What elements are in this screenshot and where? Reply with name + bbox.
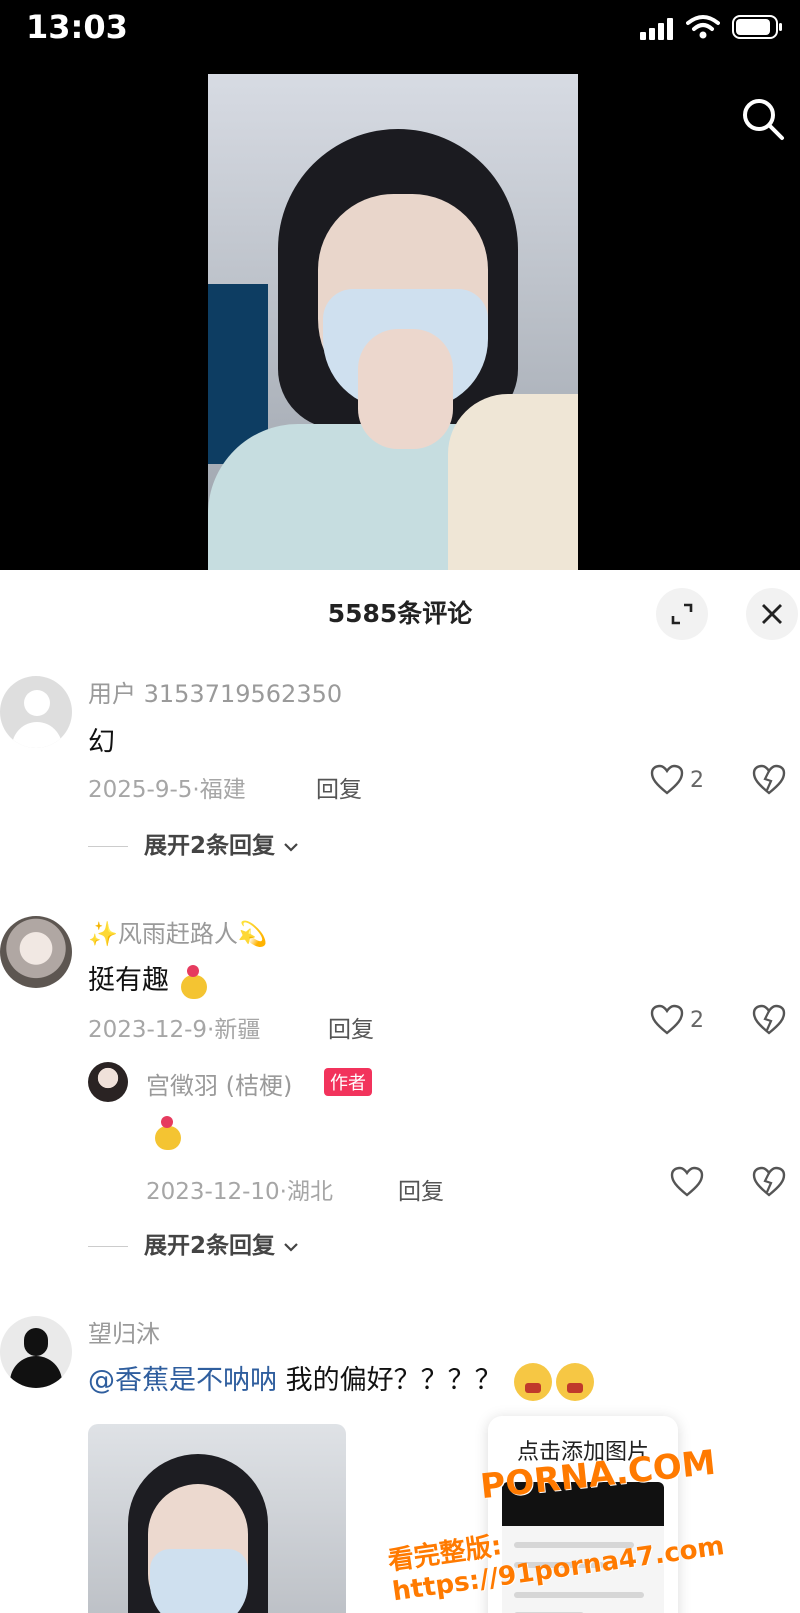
avatar[interactable]: [0, 676, 72, 748]
comment-text-content: 我的偏好？？？？: [277, 1365, 502, 1396]
signal-icon: [640, 18, 676, 40]
comment-text: 幻: [88, 727, 115, 758]
status-time: 13:03: [26, 8, 128, 46]
dislike-button[interactable]: [752, 1004, 786, 1036]
expand-replies-label: 展开2条回复: [144, 1233, 276, 1259]
comment-text: 挺有趣: [88, 958, 208, 999]
close-icon: [762, 604, 782, 624]
reply-username[interactable]: 宫徵羽 (桔梗): [146, 1066, 292, 1101]
video-player[interactable]: [208, 74, 578, 570]
reply-emoji: [152, 1116, 182, 1150]
crying-face-emoji-icon: [514, 1362, 553, 1401]
like-button[interactable]: 2: [650, 764, 704, 796]
broken-heart-icon: [752, 1166, 786, 1197]
divider: [88, 846, 128, 847]
comment-username[interactable]: 望归沐: [88, 1314, 160, 1349]
comment-text: @香蕉是不呐呐 我的偏好？？？？: [88, 1358, 595, 1401]
like-count: 2: [690, 767, 704, 793]
expand-replies-button[interactable]: 展开2条回复: [88, 1226, 299, 1260]
expand-replies-button[interactable]: 展开2条回复: [88, 826, 299, 860]
expand-replies-label: 展开2条回复: [144, 833, 276, 859]
divider: [88, 1246, 128, 1247]
heart-icon: [650, 764, 684, 795]
comment-text-content: 挺有趣: [88, 965, 169, 996]
lucky-bag-emoji-icon: [178, 964, 208, 999]
reply-button[interactable]: 回复: [316, 770, 362, 804]
like-button[interactable]: [670, 1166, 704, 1198]
comment-username[interactable]: ✨风雨赶路人💫: [88, 914, 268, 949]
dislike-button[interactable]: [752, 1166, 786, 1198]
reply-avatar[interactable]: [88, 1062, 128, 1102]
reply-button[interactable]: 回复: [328, 1010, 374, 1044]
like-count: 2: [690, 1007, 704, 1033]
heart-icon: [670, 1166, 704, 1197]
expand-sheet-button[interactable]: [656, 588, 708, 640]
mention-link[interactable]: @香蕉是不呐呐: [88, 1365, 277, 1396]
search-icon[interactable]: [740, 96, 786, 142]
comment-username[interactable]: 用户 3153719562350: [88, 674, 342, 709]
wifi-icon: [686, 15, 720, 39]
preview-line: [514, 1592, 644, 1598]
author-badge: 作者: [324, 1068, 372, 1096]
expand-icon: [671, 603, 693, 625]
crying-face-emoji-icon: [556, 1362, 595, 1401]
avatar[interactable]: [0, 916, 72, 988]
chevron-down-icon: [284, 1243, 298, 1252]
comment-date-location: 2025-9-5·福建: [88, 777, 246, 803]
dislike-button[interactable]: [752, 764, 786, 796]
comment-image[interactable]: [88, 1424, 346, 1613]
heart-icon: [650, 1004, 684, 1035]
broken-heart-icon: [752, 1004, 786, 1035]
comment-date-location: 2023-12-9·新疆: [88, 1017, 261, 1043]
chevron-down-icon: [284, 843, 298, 852]
lucky-bag-emoji-icon: [152, 1116, 182, 1150]
avatar[interactable]: [0, 1316, 72, 1388]
battery-icon: [732, 15, 782, 39]
like-button[interactable]: 2: [650, 1004, 704, 1036]
video-subject-hand: [358, 329, 453, 449]
close-sheet-button[interactable]: [746, 588, 798, 640]
image-subject-mask: [150, 1549, 248, 1613]
status-bar: 13:03: [0, 0, 800, 56]
video-subject-jacket-light: [448, 394, 578, 570]
reply-button[interactable]: 回复: [398, 1172, 444, 1206]
broken-heart-icon: [752, 764, 786, 795]
reply-date-location: 2023-12-10·湖北: [146, 1179, 333, 1205]
